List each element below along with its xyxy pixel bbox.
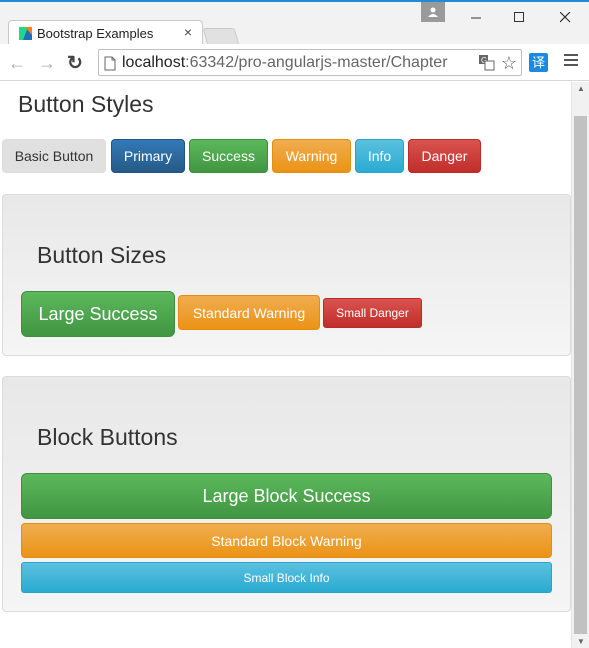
large-block-success-button[interactable]: Large Block Success — [21, 473, 552, 519]
button-sizes-heading: Button Sizes — [37, 242, 167, 268]
page-icon — [104, 56, 116, 71]
translate-icon[interactable]: G — [479, 55, 495, 71]
url-path: :63342/pro-angularjs-master/Chapter — [185, 54, 448, 71]
danger-button[interactable]: Danger — [408, 139, 481, 173]
button-styles-heading: Button Styles — [18, 91, 154, 117]
browser-toolbar: ← → ↻ localhost:63342/pro-angularjs-mast… — [0, 44, 589, 81]
reload-icon[interactable]: ↻ — [64, 52, 86, 74]
browser-tab[interactable]: Bootstrap Examples × — [8, 20, 203, 46]
standard-block-warning-button[interactable]: Standard Block Warning — [21, 523, 552, 558]
button-sizes-panel: Button Sizes Large Success Standard Warn… — [2, 194, 571, 356]
success-button[interactable]: Success — [189, 139, 268, 173]
minimize-icon[interactable] — [455, 2, 497, 32]
browser-titlebar: Bootstrap Examples × — [0, 0, 589, 46]
address-bar[interactable]: localhost:63342/pro-angularjs-master/Cha… — [98, 49, 522, 76]
scroll-up-icon[interactable]: ▲ — [577, 84, 585, 93]
tab-close-icon[interactable]: × — [184, 24, 192, 40]
close-window-icon[interactable] — [544, 2, 586, 32]
forward-icon[interactable]: → — [36, 52, 58, 74]
info-button[interactable]: Info — [355, 139, 404, 173]
menu-icon[interactable] — [564, 54, 578, 69]
small-danger-button[interactable]: Small Danger — [323, 298, 422, 328]
scroll-down-icon[interactable]: ▼ — [577, 637, 585, 646]
bookmark-star-icon[interactable]: ☆ — [501, 53, 517, 74]
url-text: localhost:63342/pro-angularjs-master/Cha… — [122, 54, 448, 72]
large-success-button[interactable]: Large Success — [21, 291, 175, 337]
basic-button[interactable]: Basic Button — [2, 139, 106, 173]
primary-button[interactable]: Primary — [111, 139, 185, 173]
translate-extension-icon[interactable]: 译 — [529, 53, 548, 72]
small-block-info-button[interactable]: Small Block Info — [21, 562, 552, 593]
maximize-icon[interactable] — [498, 2, 540, 32]
webstorm-icon — [19, 27, 32, 40]
page-content: Button Styles Basic Button Primary Succe… — [0, 82, 571, 648]
standard-warning-button[interactable]: Standard Warning — [178, 295, 320, 330]
block-buttons-panel: Block Buttons Large Block Success Standa… — [2, 376, 571, 612]
scrollbar-thumb[interactable] — [574, 116, 587, 634]
vertical-scrollbar[interactable]: ▲ ▼ — [571, 82, 589, 648]
tab-title: Bootstrap Examples — [37, 26, 154, 41]
back-icon[interactable]: ← — [6, 52, 28, 74]
url-host: localhost — [122, 54, 186, 71]
new-tab-button[interactable] — [202, 28, 240, 45]
warning-button[interactable]: Warning — [272, 139, 351, 173]
profile-icon[interactable] — [421, 2, 445, 22]
block-buttons-heading: Block Buttons — [37, 424, 178, 450]
